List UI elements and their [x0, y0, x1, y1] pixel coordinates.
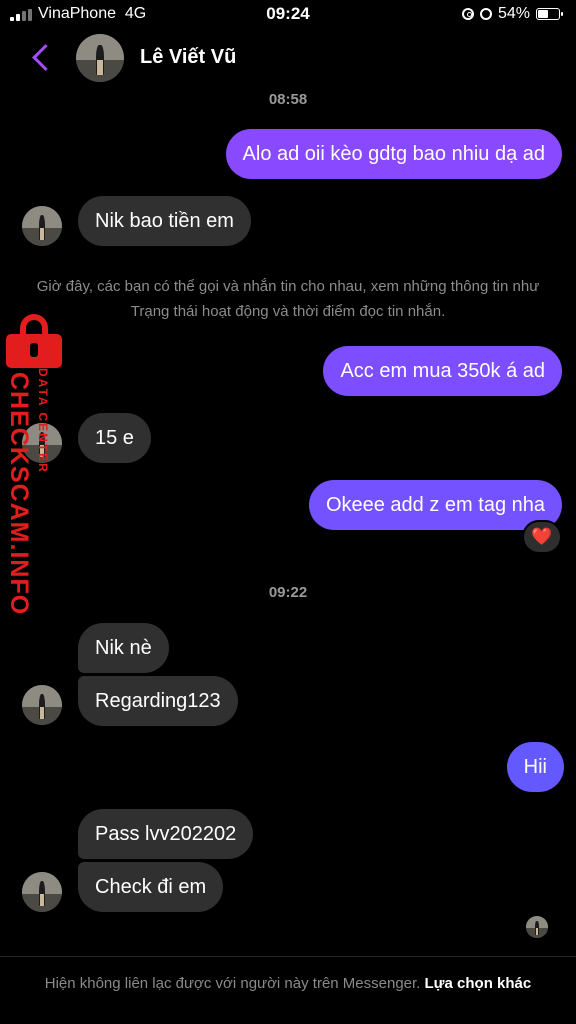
- footer-text: Hiện không liên lạc được với người này t…: [44, 975, 421, 992]
- lock-icon: [6, 314, 62, 368]
- contact-avatar[interactable]: [76, 34, 124, 82]
- footer-notice: Hiện không liên lạc được với người này t…: [40, 973, 536, 995]
- outgoing-message[interactable]: Acc em mua 350k á ad: [323, 346, 562, 396]
- incoming-message[interactable]: Pass lvv202202: [78, 809, 254, 859]
- footer-divider: [0, 956, 576, 957]
- status-indicators: 54%: [461, 5, 563, 23]
- battery-icon: [536, 8, 563, 20]
- outgoing-message[interactable]: Alo ad oii kèo gdtg bao nhiu dạ ad: [225, 129, 562, 179]
- alarm-icon: [479, 8, 492, 20]
- contact-name[interactable]: Lê Viết Vũ: [140, 46, 236, 69]
- battery-percent: 54%: [497, 5, 530, 22]
- seen-indicator-avatar: [526, 916, 548, 938]
- chat-notice: Giờ đây, các bạn có thể gọi và nhắn tin …: [36, 278, 540, 320]
- outgoing-message[interactable]: Okeee add z em tag nha: [308, 480, 562, 530]
- incoming-message[interactable]: Check đi em: [78, 862, 224, 912]
- orientation-lock-icon: [461, 8, 474, 20]
- sender-avatar[interactable]: [22, 685, 62, 725]
- watermark-subtitle: DATA CENTER: [36, 368, 50, 474]
- timestamp: 08:58: [268, 91, 308, 108]
- outgoing-message[interactable]: Hii: [506, 742, 564, 792]
- heart-reaction-icon[interactable]: ❤️: [522, 520, 562, 554]
- incoming-message[interactable]: Nik bao tiền em: [78, 196, 251, 246]
- status-bar: VinaPhone 4G 09:24 54%: [0, 0, 576, 30]
- sender-avatar[interactable]: [22, 206, 62, 246]
- sender-avatar[interactable]: [22, 872, 62, 912]
- timestamp: 09:22: [268, 584, 308, 601]
- incoming-message[interactable]: 15 e: [78, 413, 151, 463]
- watermark-brand: CHECKSCAM.INFO: [5, 372, 33, 616]
- incoming-message[interactable]: Regarding123: [78, 676, 238, 726]
- other-options-link[interactable]: Lựa chọn khác: [425, 975, 532, 992]
- incoming-message[interactable]: Nik nè: [78, 623, 169, 673]
- back-button[interactable]: [26, 40, 56, 76]
